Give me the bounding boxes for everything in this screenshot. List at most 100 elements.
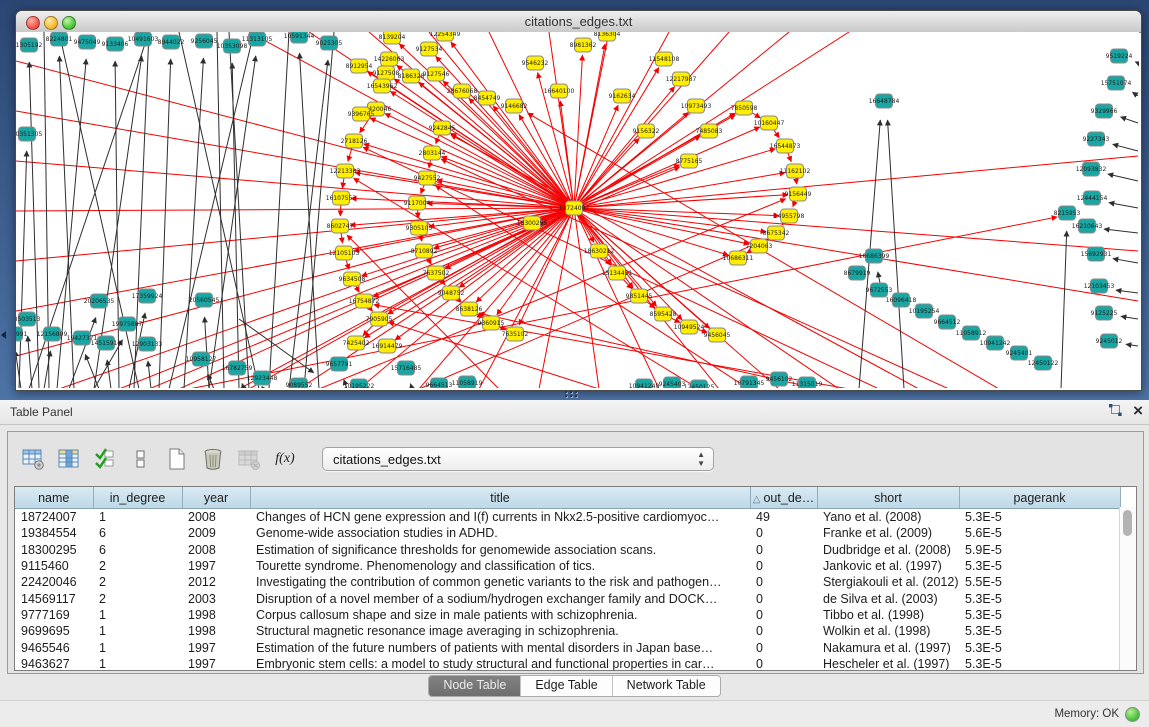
- table-cell[interactable]: 0: [750, 607, 817, 623]
- table-cell[interactable]: Nakamura et al. (1997): [817, 639, 959, 655]
- table-scrollbar-thumb[interactable]: [1123, 510, 1132, 536]
- table-cell[interactable]: Estimation of significance thresholds fo…: [250, 542, 750, 558]
- tab-node-table[interactable]: Node Table: [429, 676, 520, 696]
- table-cell[interactable]: de Silva et al. (2003): [817, 590, 959, 606]
- table-cell[interactable]: 0: [750, 542, 817, 558]
- table-cell[interactable]: Tibbo et al. (1998): [817, 607, 959, 623]
- network-window-titlebar[interactable]: citations_edges.txt: [16, 11, 1141, 33]
- table-cell[interactable]: Genome-wide association studies in ADHD.: [250, 525, 750, 541]
- row-height-icon[interactable]: [128, 446, 154, 472]
- table-cell[interactable]: 6: [93, 542, 182, 558]
- table-cell[interactable]: 0: [750, 525, 817, 541]
- table-row[interactable]: 946554611997Estimation of the future num…: [15, 639, 1120, 655]
- table-cell[interactable]: Yano et al. (2008): [817, 509, 959, 526]
- table-cell[interactable]: 2003: [182, 590, 250, 606]
- table-cell[interactable]: 1: [93, 639, 182, 655]
- table-row[interactable]: 911546021997Tourette syndrome. Phenomeno…: [15, 558, 1120, 574]
- table-cell[interactable]: 2: [93, 558, 182, 574]
- table-cell[interactable]: 9699695: [15, 623, 93, 639]
- network-canvas[interactable]: 1305192822480194750499133406104916038944…: [16, 32, 1139, 388]
- collapse-panel-arrow-icon[interactable]: [1, 331, 6, 339]
- table-cell[interactable]: 5.3E-5: [959, 639, 1120, 655]
- table-cell[interactable]: 1: [93, 656, 182, 671]
- table-cell[interactable]: 0: [750, 558, 817, 574]
- table-cell[interactable]: Changes of HCN gene expression and I(f) …: [250, 509, 750, 526]
- select-columns-icon[interactable]: [92, 446, 118, 472]
- table-cell[interactable]: 9465546: [15, 639, 93, 655]
- table-cell[interactable]: 49: [750, 509, 817, 526]
- table-cell[interactable]: 0: [750, 590, 817, 606]
- table-cell[interactable]: Tourette syndrome. Phenomenology and cla…: [250, 558, 750, 574]
- table-cell[interactable]: 2008: [182, 542, 250, 558]
- table-cell[interactable]: Jankovic et al. (1997): [817, 558, 959, 574]
- table-cell[interactable]: 5.3E-5: [959, 558, 1120, 574]
- column-header-pagerank[interactable]: pagerank: [959, 487, 1120, 509]
- network-view-window[interactable]: citations_edges.txt 13051928224801947504…: [15, 10, 1142, 391]
- table-cell[interactable]: 0: [750, 623, 817, 639]
- table-cell[interactable]: 5.5E-5: [959, 574, 1120, 590]
- table-row[interactable]: 1830029562008Estimation of significance …: [15, 542, 1120, 558]
- table-cell[interactable]: 6: [93, 525, 182, 541]
- column-header-year[interactable]: year: [182, 487, 250, 509]
- table-cell[interactable]: 18300295: [15, 542, 93, 558]
- table-cell[interactable]: Wolkin et al. (1998): [817, 623, 959, 639]
- column-header-title[interactable]: title: [250, 487, 750, 509]
- table-cell[interactable]: Franke et al. (2009): [817, 525, 959, 541]
- column-header-name[interactable]: name: [15, 487, 93, 509]
- table-cell[interactable]: 1: [93, 509, 182, 526]
- column-header-out_de[interactable]: △out_de…: [750, 487, 817, 509]
- table-row[interactable]: 2242004622012Investigating the contribut…: [15, 574, 1120, 590]
- table-cell[interactable]: Corpus callosum shape and size in male p…: [250, 607, 750, 623]
- table-cell[interactable]: 2: [93, 590, 182, 606]
- column-header-short[interactable]: short: [817, 487, 959, 509]
- table-cell[interactable]: 5.3E-5: [959, 656, 1120, 671]
- table-cell[interactable]: 9777169: [15, 607, 93, 623]
- table-cell[interactable]: 5.3E-5: [959, 590, 1120, 606]
- table-cell[interactable]: 1998: [182, 623, 250, 639]
- table-cell[interactable]: Embryonic stem cells: a model to study s…: [250, 656, 750, 671]
- delete-icon[interactable]: [200, 446, 226, 472]
- table-cell[interactable]: 1: [93, 623, 182, 639]
- column-header-in_degree[interactable]: in_degree: [93, 487, 182, 509]
- show-columns-icon[interactable]: [56, 446, 82, 472]
- float-panel-icon[interactable]: [1108, 403, 1123, 418]
- table-cell[interactable]: 0: [750, 656, 817, 671]
- table-row[interactable]: 969969511998Structural magnetic resonanc…: [15, 623, 1120, 639]
- table-cell[interactable]: 1: [93, 607, 182, 623]
- table-cell[interactable]: Hescheler et al. (1997): [817, 656, 959, 671]
- table-cell[interactable]: 9115460: [15, 558, 93, 574]
- table-cell[interactable]: 1997: [182, 639, 250, 655]
- table-options-icon[interactable]: [20, 446, 46, 472]
- table-cell[interactable]: Structural magnetic resonance image aver…: [250, 623, 750, 639]
- table-cell[interactable]: Disruption of a novel member of a sodium…: [250, 590, 750, 606]
- table-row[interactable]: 946362711997Embryonic stem cells: a mode…: [15, 656, 1120, 671]
- tab-edge-table[interactable]: Edge Table: [520, 676, 611, 696]
- table-row[interactable]: 1456911722003Disruption of a novel membe…: [15, 590, 1120, 606]
- function-builder-icon[interactable]: f(x): [272, 446, 298, 472]
- table-cell[interactable]: 0: [750, 574, 817, 590]
- table-cell[interactable]: 1998: [182, 607, 250, 623]
- table-cell[interactable]: 9463627: [15, 656, 93, 671]
- table-scrollbar[interactable]: [1119, 507, 1136, 670]
- table-cell[interactable]: 1997: [182, 656, 250, 671]
- table-cell[interactable]: Investigating the contribution of common…: [250, 574, 750, 590]
- table-cell[interactable]: 0: [750, 639, 817, 655]
- table-row[interactable]: 1938455462009Genome-wide association stu…: [15, 525, 1120, 541]
- tab-network-table[interactable]: Network Table: [612, 676, 720, 696]
- table-cell[interactable]: 5.3E-5: [959, 509, 1120, 526]
- table-cell[interactable]: 2009: [182, 525, 250, 541]
- table-cell[interactable]: 2008: [182, 509, 250, 526]
- table-selector-dropdown[interactable]: citations_edges.txt ▲▼: [322, 447, 714, 471]
- close-panel-icon[interactable]: ×: [1133, 403, 1143, 418]
- table-cell[interactable]: 14569117: [15, 590, 93, 606]
- table-cell[interactable]: 5.3E-5: [959, 623, 1120, 639]
- table-row[interactable]: 1872400712008Changes of HCN gene express…: [15, 509, 1120, 526]
- table-cell[interactable]: 5.3E-5: [959, 607, 1120, 623]
- table-cell[interactable]: Estimation of the future numbers of pati…: [250, 639, 750, 655]
- network-svg[interactable]: 1305192822480194750499133406104916038944…: [16, 32, 1139, 388]
- table-cell[interactable]: 22420046: [15, 574, 93, 590]
- table-cell[interactable]: Dudbridge et al. (2008): [817, 542, 959, 558]
- table-cell[interactable]: 1997: [182, 558, 250, 574]
- split-pane-grip[interactable]: [565, 391, 579, 397]
- table-row[interactable]: 977716911998Corpus callosum shape and si…: [15, 607, 1120, 623]
